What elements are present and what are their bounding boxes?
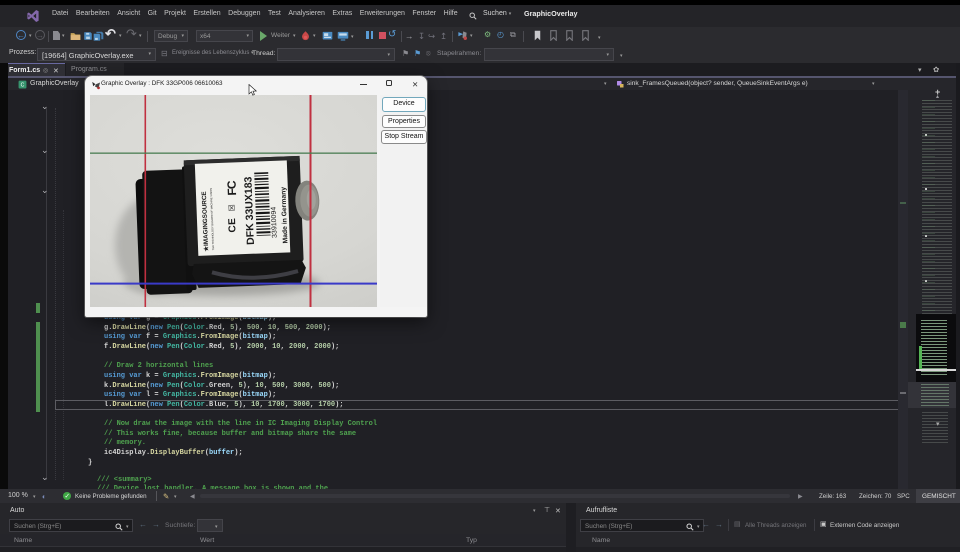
- svg-text:☒: ☒: [227, 204, 236, 212]
- svg-text:FC: FC: [224, 180, 239, 196]
- svg-text:33910094: 33910094: [271, 207, 279, 238]
- svg-text:CE: CE: [227, 217, 239, 232]
- svg-text:C: C: [21, 82, 25, 88]
